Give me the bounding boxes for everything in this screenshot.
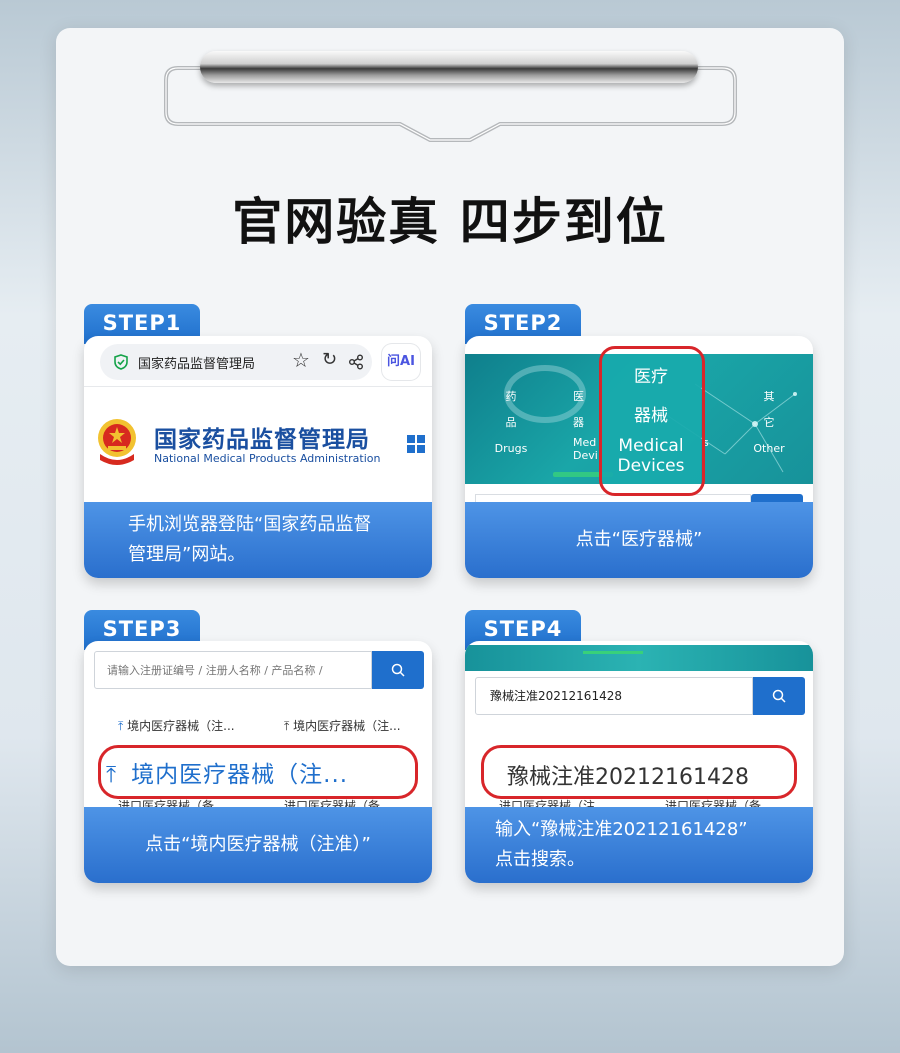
site-name-en: National Medical Products Administration xyxy=(154,452,381,465)
ai-button[interactable]: 问AI xyxy=(382,344,420,380)
upload-icon: ⤒ xyxy=(284,719,294,733)
step1-caption: 手机浏览器登陆“国家药品监督管理局”网站。 xyxy=(84,502,432,578)
grid-menu-icon[interactable] xyxy=(406,434,426,454)
category-drugs[interactable]: 药品 Drugs xyxy=(491,384,531,462)
highlight-ring xyxy=(98,745,418,799)
list-item[interactable]: ⤒ 境内医疗器械（注... xyxy=(118,717,235,734)
upload-icon: ⤒ xyxy=(118,719,128,733)
step4-card: 豫械注准20212161428 豫械注准20212161428 进口医疗器械（注… xyxy=(465,641,813,883)
search-input[interactable] xyxy=(94,651,372,689)
search-icon xyxy=(391,663,405,677)
refresh-icon[interactable]: ↻ xyxy=(322,349,337,370)
step4-caption: 输入“豫械注准20212161428” 点击搜索。 xyxy=(465,807,813,883)
browser-address-bar[interactable]: 国家药品监督管理局 ☆ ↻ xyxy=(100,344,372,380)
list-item[interactable]: ⤒ 境内医疗器械（注... xyxy=(284,717,401,734)
national-emblem-icon xyxy=(98,419,136,465)
search-button[interactable] xyxy=(372,651,424,689)
page-title: 官网验真 四步到位 xyxy=(232,193,668,251)
step1-card: 国家药品监督管理局 ☆ ↻ 问AI 国家药品监督管理局 National Med… xyxy=(84,336,432,578)
search-field[interactable]: 豫械注准20212161428 xyxy=(475,677,753,715)
category-row: ⤒ 境内医疗器械（注... ⤒ 境内医疗器械（注... xyxy=(84,705,432,745)
teal-header xyxy=(465,645,813,671)
step3-card: ⤒ 境内医疗器械（注... ⤒ 境内医疗器械（注... ⤒境内医疗器械（注...… xyxy=(84,641,432,883)
search-icon xyxy=(772,689,786,703)
clip-bar xyxy=(200,51,698,83)
category-other[interactable]: 其它 Other xyxy=(749,384,789,462)
shield-icon xyxy=(114,354,128,370)
share-icon[interactable] xyxy=(348,354,364,370)
site-name-cn: 国家药品监督管理局 xyxy=(154,427,370,453)
star-icon[interactable]: ☆ xyxy=(292,348,310,372)
step2-caption: 点击“医疗器械” xyxy=(465,502,813,578)
highlight-ring xyxy=(481,745,797,799)
search-button[interactable] xyxy=(753,677,805,715)
browser-title: 国家药品监督管理局 xyxy=(138,357,256,372)
highlight-ring xyxy=(599,346,705,496)
divider xyxy=(84,386,432,387)
step2-card: 药品 Drugs 医器 Med Devi s 其它 Other 医疗 器械 Medic… xyxy=(465,336,813,578)
step3-caption: 点击“境内医疗器械（注准）” xyxy=(84,807,432,883)
